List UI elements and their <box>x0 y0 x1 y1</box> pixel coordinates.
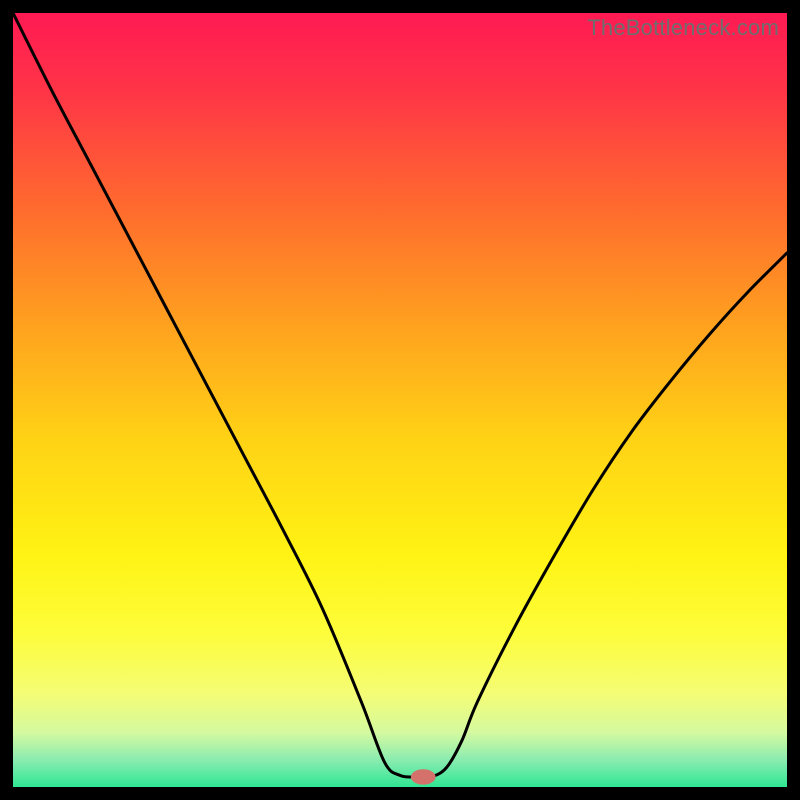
plot-area: TheBottleneck.com <box>13 13 787 787</box>
chart-svg <box>13 13 787 787</box>
gradient-background <box>13 13 787 787</box>
minimum-marker <box>411 769 436 784</box>
chart-frame: TheBottleneck.com <box>13 13 787 787</box>
